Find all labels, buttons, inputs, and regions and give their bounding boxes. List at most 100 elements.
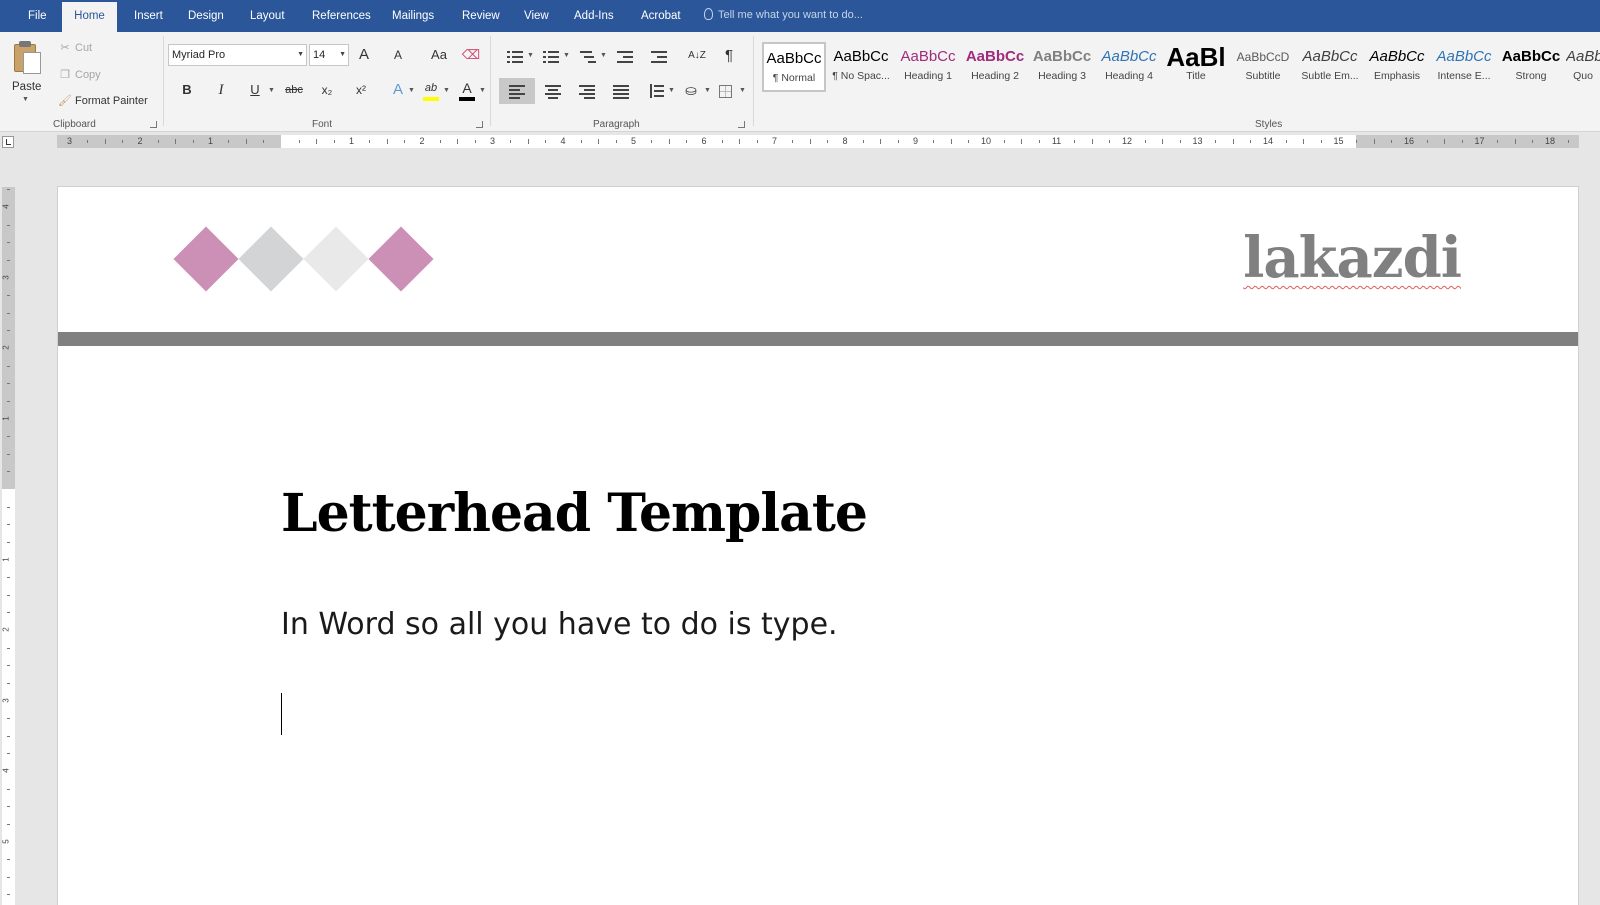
style-sample: AaBbCc: [1501, 48, 1561, 65]
text-effects-dropdown-arrow[interactable]: ▼: [408, 87, 415, 94]
grow-font-button[interactable]: A: [353, 44, 375, 66]
paste-dropdown-arrow[interactable]: ▼: [22, 96, 29, 103]
bold-button[interactable]: B: [176, 79, 198, 101]
tell-me-search[interactable]: Tell me what you want to do...: [704, 8, 863, 21]
document-title[interactable]: Letterhead Template: [281, 483, 868, 544]
ruler-tick: [7, 647, 10, 649]
document-subtitle[interactable]: In Word so all you have to do is type.: [281, 607, 838, 642]
bullets-dropdown-arrow[interactable]: ▼: [527, 52, 534, 59]
style-sample: AaBbCc: [1302, 48, 1358, 65]
borders-icon[interactable]: [719, 85, 732, 98]
format-painter-button[interactable]: 🖌 Format Painter: [58, 94, 148, 107]
chevron-down-icon[interactable]: ▼: [339, 45, 346, 65]
tab-review[interactable]: Review: [452, 2, 510, 32]
ruler-tick: [598, 139, 600, 144]
paste-button[interactable]: [8, 40, 44, 74]
horizontal-ruler-bar: 3 2 1 1 2 3 4 5 6 7 8 9 10 11 12 13 14 15 16 17 18: [0, 133, 1600, 150]
style-heading-3[interactable]: AaBbCc Heading 3: [1030, 42, 1094, 92]
numbering-dropdown-arrow[interactable]: ▼: [563, 52, 570, 59]
paste-label[interactable]: Paste: [12, 81, 41, 93]
tab-design[interactable]: Design: [178, 2, 234, 32]
ruler-tick: [1003, 140, 1005, 143]
tab-file[interactable]: File: [18, 2, 57, 32]
ruler-tick: [1391, 140, 1393, 143]
line-spacing-dropdown-arrow[interactable]: ▼: [668, 87, 675, 94]
align-left-button[interactable]: [499, 78, 535, 104]
ruler-tick: [7, 753, 10, 755]
shrink-font-button[interactable]: A: [387, 44, 409, 66]
multilevel-list-icon[interactable]: [580, 49, 596, 63]
ruler-top-margin: [2, 187, 15, 489]
highlight-button[interactable]: ab: [420, 77, 442, 99]
justify-icon[interactable]: [613, 84, 629, 99]
style-heading-1[interactable]: AaBbCc Heading 1: [896, 42, 960, 92]
font-name-combo[interactable]: Myriad Pro ▼: [168, 44, 307, 66]
shading-dropdown-arrow[interactable]: ▼: [704, 87, 711, 94]
style-emphasis[interactable]: AaBbCc Emphasis: [1365, 42, 1429, 92]
style-heading-2[interactable]: AaBbCc Heading 2: [963, 42, 1027, 92]
ruler-tick: [897, 140, 899, 143]
align-center-icon[interactable]: [545, 84, 561, 99]
font-color-button[interactable]: A: [456, 77, 478, 99]
style-subtle-em[interactable]: AaBbCc Subtle Em...: [1298, 42, 1362, 92]
font-dialog-launcher[interactable]: [476, 121, 483, 128]
shading-bucket-icon[interactable]: ⛀: [680, 79, 702, 101]
ruler-tick: [527, 139, 529, 144]
tab-references[interactable]: References: [302, 2, 381, 32]
multilevel-dropdown-arrow[interactable]: ▼: [600, 52, 607, 59]
highlight-dropdown-arrow[interactable]: ▼: [443, 87, 450, 94]
change-case-button[interactable]: Aa: [425, 44, 453, 66]
tab-view[interactable]: View: [514, 2, 559, 32]
ruler-tick: [457, 139, 459, 144]
strikethrough-button[interactable]: abc: [280, 79, 308, 101]
paragraph-dialog-launcher[interactable]: [738, 121, 745, 128]
increase-indent-icon[interactable]: [651, 49, 667, 63]
style-intense-e[interactable]: AaBbCc Intense E...: [1432, 42, 1496, 92]
line-spacing-icon[interactable]: [648, 84, 664, 98]
tab-add-ins[interactable]: Add-Ins: [564, 2, 624, 32]
style-quo[interactable]: AaBb Quo: [1566, 42, 1600, 92]
font-size-combo[interactable]: 14 ▼: [309, 44, 349, 66]
align-right-icon[interactable]: [579, 84, 595, 99]
cut-button[interactable]: ✂ Cut: [58, 41, 92, 54]
tab-layout[interactable]: Layout: [240, 2, 295, 32]
style-normal[interactable]: AaBbCc ¶ Normal: [762, 42, 826, 92]
tab-mailings[interactable]: Mailings: [382, 2, 444, 32]
numbering-icon[interactable]: [543, 49, 559, 63]
format-painter-label: Format Painter: [75, 95, 148, 107]
tab-home[interactable]: Home: [62, 2, 117, 32]
chevron-down-icon[interactable]: ▼: [297, 45, 304, 65]
style-heading-4[interactable]: AaBbCc Heading 4: [1097, 42, 1161, 92]
clear-formatting-icon[interactable]: ⌫: [460, 44, 482, 66]
font-color-dropdown-arrow[interactable]: ▼: [479, 87, 486, 94]
tab-insert[interactable]: Insert: [124, 2, 173, 32]
ruler-number: 15: [1333, 136, 1344, 146]
style-subtitle[interactable]: AaBbCcD Subtitle: [1231, 42, 1295, 92]
clipboard-dialog-launcher[interactable]: [150, 121, 157, 128]
tab-acrobat[interactable]: Acrobat: [631, 2, 691, 32]
decrease-indent-icon[interactable]: [617, 49, 633, 63]
paintbrush-icon: 🖌: [58, 95, 72, 107]
underline-button[interactable]: U: [244, 79, 266, 101]
vertical-ruler[interactable]: 4 3 2 1 1 2 3 4 5: [2, 187, 15, 905]
subscript-button[interactable]: x₂: [316, 79, 338, 101]
style-strong[interactable]: AaBbCc Strong: [1499, 42, 1563, 92]
horizontal-ruler[interactable]: 3 2 1 1 2 3 4 5 6 7 8 9 10 11 12 13 14 15 16 17 18: [57, 135, 1579, 148]
copy-button[interactable]: ❐ Copy: [58, 68, 101, 81]
tab-selector-button[interactable]: [2, 136, 14, 148]
underline-dropdown-arrow[interactable]: ▼: [268, 87, 275, 94]
document-page[interactable]: lakazdi Letterhead Template In Word so a…: [57, 186, 1579, 905]
sort-button[interactable]: A↓Z: [684, 45, 710, 67]
style-name: Subtle Em...: [1301, 70, 1359, 82]
text-effects-button[interactable]: A: [387, 79, 409, 101]
ruler-tick: [439, 140, 441, 143]
bullets-icon[interactable]: [507, 49, 523, 63]
style-title[interactable]: AaBl Title: [1164, 42, 1228, 92]
show-paragraph-marks-button[interactable]: ¶: [718, 45, 740, 67]
ruler-tick: [809, 139, 811, 144]
superscript-button[interactable]: x²: [350, 79, 372, 101]
style-no-spac[interactable]: AaBbCc ¶ No Spac...: [829, 42, 893, 92]
italic-button[interactable]: I: [210, 79, 232, 101]
borders-dropdown-arrow[interactable]: ▼: [739, 87, 746, 94]
font-name-value: Myriad Pro: [172, 49, 226, 61]
